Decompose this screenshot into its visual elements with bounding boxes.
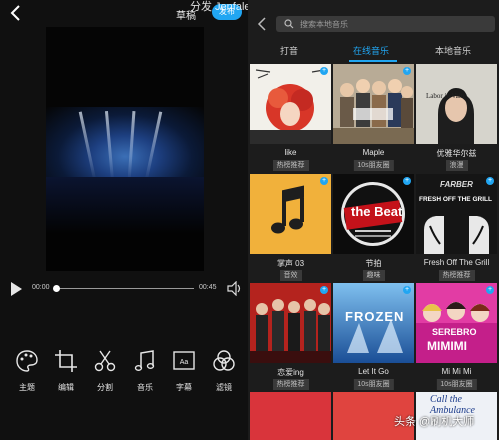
tool-filter[interactable]: 滤镜 [206,348,242,398]
tool-theme[interactable]: 主题 [9,348,45,398]
music-card[interactable]: Labor in Vain 优雅华尔兹 浪漫 [416,64,497,172]
tab-local-music[interactable]: 本地音乐 [435,44,471,57]
play-icon[interactable] [11,282,22,296]
tool-subtitle-label: 字幕 [176,383,192,392]
album-cover: FROZEN + [333,283,414,363]
album-cover: Labor in Vain [416,64,497,144]
music-card[interactable]: + Maple 10s朋友圈 [333,64,414,172]
add-badge-icon[interactable]: + [403,286,411,294]
search-row: 搜索本地音乐 [249,13,499,35]
watermark-bottom: 头条 @刷机大师 [394,416,475,428]
tool-music[interactable]: 音乐 [127,348,163,398]
music-tag: 趣味 [362,270,385,281]
music-card[interactable] [250,392,331,440]
album-cover: + [250,174,331,254]
music-card[interactable]: + like 热榜推荐 [250,64,331,172]
back-arrow-icon[interactable] [257,17,267,31]
crop-icon [55,350,77,372]
music-picker-panel: 搜索本地音乐 打音 在线音乐 本地音乐 + like 热榜推荐 + Maple … [249,0,499,440]
music-title: like [284,148,297,157]
cover-text: Labor in Vain [426,92,465,100]
search-icon [284,19,294,29]
cover-text: FARBER [440,180,473,189]
music-tag: 10s朋友圈 [436,379,477,390]
cover-text: SEREBRO [432,327,477,337]
music-title: Maple [362,148,385,157]
cover-text: the Beat [351,204,403,219]
music-note-icon [134,350,155,372]
scissors-icon [94,350,116,372]
music-card[interactable]: + 掌声 03 音效 [250,174,331,282]
add-badge-icon[interactable]: + [403,67,411,75]
tool-theme-label: 主题 [19,383,35,392]
tool-split-label: 分割 [97,383,113,392]
volume-icon[interactable] [226,281,242,296]
music-tag: 10s朋友圈 [353,379,394,390]
album-cover: FARBER FRESH OFF THE GRILL + [416,174,497,254]
cover-text: FRESH OFF THE GRILL [419,196,492,203]
time-current: 00:00 [32,284,50,291]
tool-edit-label: 编辑 [58,383,74,392]
add-badge-icon[interactable]: + [320,286,328,294]
add-badge-icon[interactable]: + [320,177,328,185]
music-tag: 浪漫 [445,160,468,171]
progress-knob[interactable] [53,285,60,292]
search-placeholder: 搜索本地音乐 [300,20,348,29]
album-cover: + [250,283,331,363]
search-input[interactable]: 搜索本地音乐 [276,16,495,32]
music-tag: 热榜推荐 [272,379,309,390]
music-title: 优雅华尔兹 [436,149,477,158]
tool-subtitle[interactable]: Aa 字幕 [166,348,202,398]
music-title: Let It Go [358,367,389,376]
music-tag: 音效 [279,270,302,281]
subtitle-icon: Aa [173,351,195,370]
music-tag: 热榜推荐 [272,160,309,171]
editor-top-bar: 草稿 发布 分发 Jenfale.com [0,0,248,26]
music-title: 恋爱ing [277,368,304,377]
music-tag: 热榜推荐 [438,270,475,281]
music-card[interactable]: FROZEN + Let It Go 10s朋友圈 [333,283,414,391]
music-title: 节拍 [365,259,382,268]
tool-split[interactable]: 分割 [87,348,123,398]
video-preview[interactable] [46,27,204,271]
album-cover [250,392,331,440]
music-card[interactable]: the Beat + 节拍 趣味 [333,174,414,282]
status-bar [249,0,499,12]
tab-recommended[interactable]: 打音 [280,44,298,57]
music-card[interactable]: SEREBRO MIMIMI + Mi Mi Mi 10s朋友圈 [416,283,497,391]
palette-icon [16,350,38,372]
album-cover: the Beat + [333,174,414,254]
playback-bar: 00:00 00:45 [0,278,248,300]
music-title: Fresh Off The Grill [423,258,490,267]
album-cover: + [333,64,414,144]
editor-toolbar: 主题 编辑 分割 音乐 Aa 字幕 滤镜 [0,348,248,398]
add-badge-icon[interactable]: + [320,67,328,75]
filter-icon [213,350,235,371]
music-title: Mi Mi Mi [441,367,472,376]
tool-filter-label: 滤镜 [216,383,232,392]
back-arrow-icon[interactable] [8,4,24,22]
watermark-top: 分发 Jenfale.com [190,1,248,13]
tab-online-music[interactable]: 在线音乐 [353,44,389,57]
add-badge-icon[interactable]: + [486,177,494,185]
crowd-silhouette [46,177,204,271]
video-editor-panel: 草稿 发布 分发 Jenfale.com 00:00 00:45 主题 [0,0,248,440]
music-card[interactable]: + 恋爱ing 热榜推荐 [250,283,331,391]
music-tabs: 打音 在线音乐 本地音乐 [249,40,499,62]
tool-edit[interactable]: 编辑 [48,348,84,398]
music-title: 掌声 03 [276,259,305,268]
time-total: 00:45 [199,284,217,291]
svg-text:Aa: Aa [180,359,189,366]
cover-text: FROZEN [345,309,405,324]
add-badge-icon[interactable]: + [403,177,411,185]
album-cover: + [250,64,331,144]
music-card[interactable]: FARBER FRESH OFF THE GRILL + Fresh Off T… [416,174,497,282]
progress-track[interactable] [56,288,194,289]
music-tag: 10s朋友圈 [353,160,394,171]
active-tab-underline [349,60,397,62]
add-badge-icon[interactable]: + [486,286,494,294]
album-cover: SEREBRO MIMIMI + [416,283,497,363]
tool-music-label: 音乐 [137,383,153,392]
cover-text: MIMIMI [427,339,467,353]
